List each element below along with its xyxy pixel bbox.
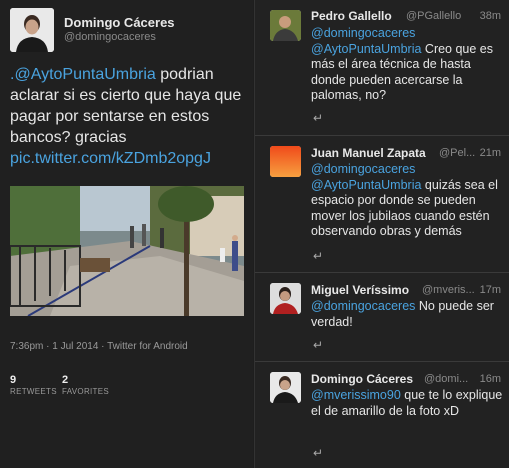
reply-text: @domingocaceres @AytoPuntaUmbria Creo qu… <box>311 26 503 104</box>
divider <box>255 272 509 273</box>
reply-author-handle[interactable]: @PGallello <box>406 10 461 22</box>
retweets-count[interactable]: 9 <box>10 374 16 386</box>
reply-author-handle[interactable]: @domi... <box>424 373 468 385</box>
author-avatar[interactable] <box>10 8 54 52</box>
reply-author-name[interactable]: Juan Manuel Zapata <box>311 146 426 160</box>
reply-text: @domingocaceres No puede ser verdad! <box>311 299 503 330</box>
reply-time[interactable]: 21m <box>480 147 501 159</box>
reply-avatar[interactable] <box>270 283 301 314</box>
reply-time[interactable]: 38m <box>480 10 501 22</box>
tweet-mention[interactable]: .@AytoPuntaUmbria <box>10 66 156 83</box>
reply-mention[interactable]: @domingocaceres <box>311 162 415 176</box>
reply-mention[interactable]: @mverissimo90 <box>311 388 401 402</box>
reply-time[interactable]: 16m <box>480 373 501 385</box>
reply-avatar[interactable] <box>270 10 301 41</box>
reply-author-handle[interactable]: @Pel... <box>439 147 475 159</box>
reply-icon[interactable]: ↵ <box>313 250 327 262</box>
divider <box>255 361 509 362</box>
favorites-label[interactable]: FAVORITES <box>62 387 109 396</box>
favorites-count[interactable]: 2 <box>62 374 68 386</box>
reply-author-name[interactable]: Domingo Cáceres <box>311 372 413 386</box>
reply-mention[interactable]: @domingocaceres <box>311 299 415 313</box>
reply-author-name[interactable]: Pedro Gallello <box>311 9 392 23</box>
reply-text: @domingocaceres @AytoPuntaUmbria quizás … <box>311 162 503 240</box>
reply-text: @mverissimo90 que te lo explique el de a… <box>311 388 503 419</box>
reply-mention[interactable]: @domingocaceres <box>311 26 415 40</box>
tweet-timestamp[interactable]: 7:36pm · 1 Jul 2014 · Twitter for Androi… <box>10 341 188 352</box>
reply-icon[interactable]: ↵ <box>313 339 327 351</box>
reply-time[interactable]: 17m <box>480 284 501 296</box>
divider <box>255 135 509 136</box>
tweet-photo[interactable] <box>10 186 244 316</box>
reply-author-handle[interactable]: @mveris... <box>422 284 475 296</box>
tweet-text: .@AytoPuntaUmbria podrian aclarar si es … <box>10 64 248 169</box>
street-bench-photo <box>10 186 244 316</box>
reply-icon[interactable]: ↵ <box>313 112 327 124</box>
reply-avatar[interactable] <box>270 372 301 403</box>
main-tweet-panel: Domingo Cáceres @domingocaceres .@AytoPu… <box>0 0 253 468</box>
author-name[interactable]: Domingo Cáceres <box>64 15 175 30</box>
author-handle[interactable]: @domingocaceres <box>64 31 156 43</box>
tweet-photo-link[interactable]: pic.twitter.com/kZDmb2opgJ <box>10 150 211 167</box>
reply-author-name[interactable]: Miguel Veríssimo <box>311 283 409 297</box>
reply-avatar[interactable] <box>270 146 301 177</box>
reply-icon[interactable]: ↵ <box>313 447 327 459</box>
reply-mention[interactable]: @AytoPuntaUmbria <box>311 42 421 56</box>
reply-mention[interactable]: @AytoPuntaUmbria <box>311 178 421 192</box>
retweets-label[interactable]: RETWEETS <box>10 387 57 396</box>
replies-panel: Pedro Gallello @PGallello 38m @domingoca… <box>254 0 509 468</box>
